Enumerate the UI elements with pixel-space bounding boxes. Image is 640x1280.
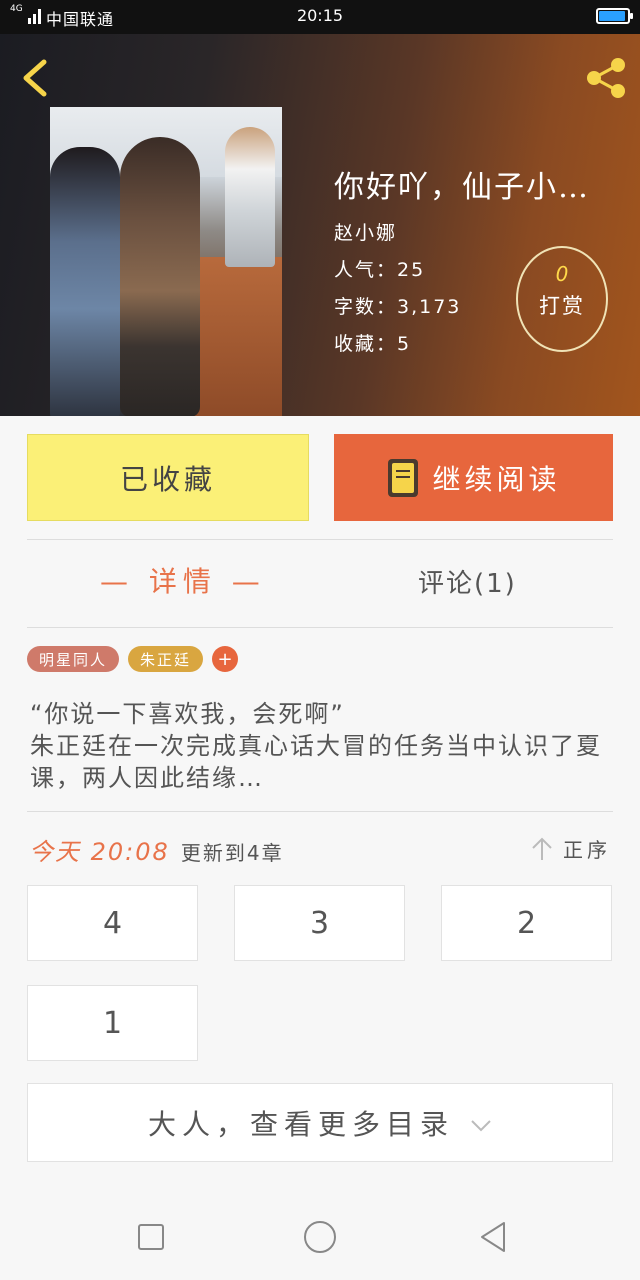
- tip-button[interactable]: 0 打赏: [516, 246, 608, 352]
- tag-genre[interactable]: 明星同人: [27, 646, 120, 672]
- nav-back-icon[interactable]: [478, 1220, 506, 1254]
- sort-order-label: 正序: [563, 838, 611, 862]
- book-icon: [388, 458, 419, 497]
- chevron-down-icon: [471, 1119, 491, 1131]
- collected-button[interactable]: 已收藏: [27, 434, 309, 521]
- status-bar: 4G 中国联通 20:15: [0, 0, 640, 34]
- chapter-item[interactable]: 1: [27, 985, 198, 1061]
- book-synopsis[interactable]: “你说一下喜欢我，会死啊” 朱正廷在一次完成真心话大冒的任务当中认识了夏课，两人…: [30, 698, 620, 794]
- chapter-item[interactable]: 3: [234, 885, 405, 961]
- back-arrow-icon[interactable]: [16, 56, 56, 100]
- book-cover-image[interactable]: [50, 107, 282, 416]
- sort-order-button[interactable]: 正序: [531, 834, 611, 863]
- add-tag-button[interactable]: +: [212, 646, 239, 672]
- nav-home-icon[interactable]: [304, 1221, 336, 1253]
- tip-label: 打赏: [539, 294, 585, 318]
- share-icon[interactable]: [582, 54, 630, 102]
- update-info: 今天 20:08 更新到4章 正序: [29, 832, 613, 866]
- divider: [27, 627, 613, 628]
- view-more-chapters-button[interactable]: 大人，查看更多目录: [27, 1083, 613, 1162]
- clock: 20:15: [296, 6, 344, 25]
- continue-reading-label: 继续阅读: [432, 462, 561, 496]
- tip-count: 0: [555, 262, 569, 286]
- book-title: 你好吖，仙子小…: [334, 170, 590, 205]
- tab-detail[interactable]: — 详情 —: [100, 560, 266, 600]
- tag-list: 明星同人 朱正廷 +: [27, 646, 239, 672]
- tab-comments[interactable]: 评论(1): [418, 563, 517, 600]
- nav-recent-icon[interactable]: [138, 1224, 164, 1250]
- battery-icon: [596, 8, 633, 24]
- update-time: 今天 20:08: [29, 838, 170, 866]
- update-text: 更新到4章: [180, 841, 284, 865]
- synopsis-quote: “你说一下喜欢我，会死啊”: [30, 700, 345, 728]
- view-more-label: 大人，查看更多目录: [147, 1107, 454, 1141]
- synopsis-body: 朱正廷在一次完成真心话大冒的任务当中认识了夏课，两人因此结缘…: [30, 732, 602, 792]
- divider: [27, 811, 613, 812]
- divider: [27, 539, 613, 540]
- system-nav-bar: [0, 1190, 640, 1280]
- chapter-item[interactable]: 2: [441, 885, 612, 961]
- book-header: 你好吖，仙子小… 赵小娜 人气：25 字数：3,173 收藏：5 0 打赏: [0, 34, 640, 416]
- continue-reading-button[interactable]: 继续阅读: [334, 434, 613, 521]
- book-author[interactable]: 赵小娜: [334, 218, 590, 245]
- tag-person[interactable]: 朱正廷: [128, 646, 204, 672]
- sort-up-arrow-icon: [532, 837, 552, 860]
- chapter-item[interactable]: 4: [27, 885, 198, 961]
